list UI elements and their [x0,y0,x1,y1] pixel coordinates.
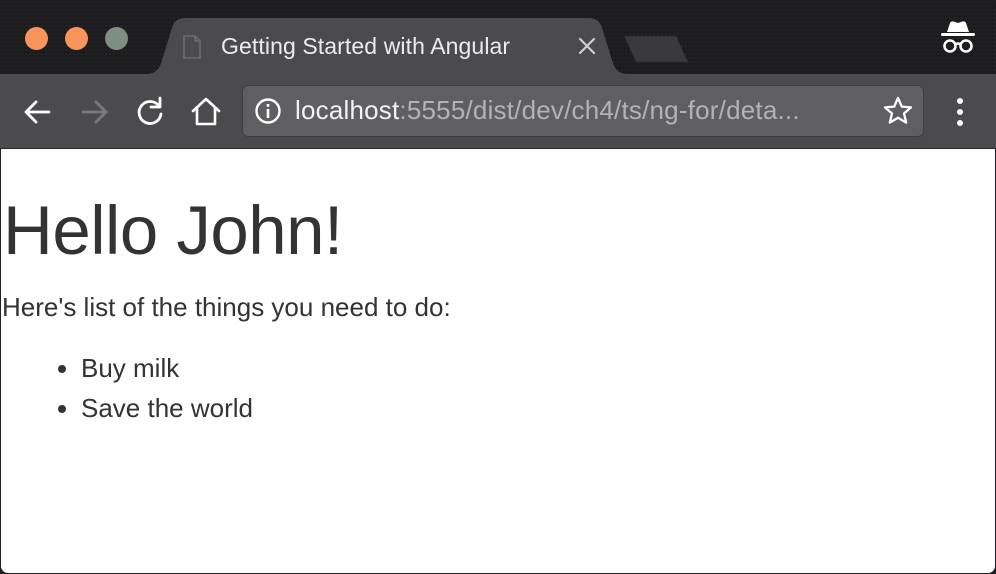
list-item: Save the world [81,388,253,428]
home-icon [191,97,221,126]
list-item: Buy milk [81,348,253,388]
arrow-right-icon [81,100,108,124]
page-heading: Hello John! [3,192,343,269]
page-icon [182,35,202,59]
tab-strip: Getting Started with Angular [0,0,996,74]
arrow-left-icon [24,100,51,124]
intro-text: Here's list of the things you need to do… [2,292,451,322]
url-text[interactable]: localhost:5555/dist/dev/ch4/ts/ng-for/de… [295,95,800,126]
url-host: localhost [295,95,400,125]
todo-list: Buy milk Save the world [1,348,253,428]
info-icon[interactable] [254,97,282,125]
reload-button[interactable] [130,92,170,132]
url-path: :5555/dist/dev/ch4/ts/ng-for/deta... [399,95,800,125]
page-content: Hello John! Here's list of the things yo… [1,149,995,573]
menu-button[interactable] [940,92,980,132]
window-minimize-button[interactable] [65,27,88,50]
window-close-button[interactable] [25,27,48,50]
reload-icon [137,96,163,125]
new-tab-button[interactable] [622,34,690,64]
forward-button[interactable] [74,92,114,132]
browser-window: Getting Started with Angular localhost:5… [0,0,996,574]
address-bar[interactable]: localhost:5555/dist/dev/ch4/ts/ng-for/de… [242,85,924,137]
incognito-icon [938,20,978,56]
home-button[interactable] [186,92,226,132]
browser-toolbar: localhost:5555/dist/dev/ch4/ts/ng-for/de… [0,74,996,149]
close-icon[interactable] [576,35,598,57]
star-icon[interactable] [882,95,914,127]
tab-active[interactable]: Getting Started with Angular [146,18,628,74]
kebab-menu-icon [957,98,963,126]
window-maximize-button[interactable] [105,27,128,50]
back-button[interactable] [18,92,58,132]
tab-title: Getting Started with Angular [221,33,511,59]
